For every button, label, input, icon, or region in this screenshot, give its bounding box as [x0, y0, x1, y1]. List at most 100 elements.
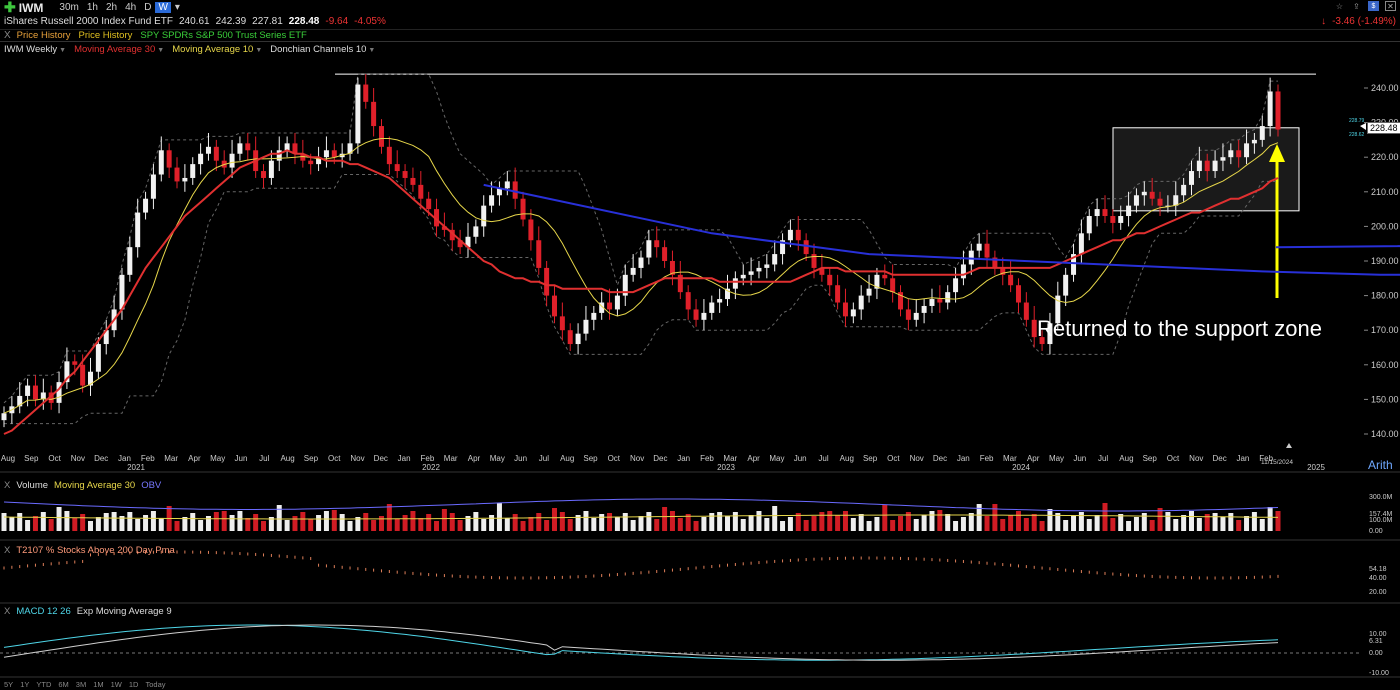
volume-bar	[512, 514, 518, 531]
volume-bar	[811, 516, 817, 531]
candle-body	[1086, 216, 1092, 234]
period-5y[interactable]: 5Y	[4, 680, 13, 689]
candle-body	[984, 243, 990, 258]
candle-body	[575, 333, 581, 345]
signal-label[interactable]: Exp Moving Average 9	[77, 606, 172, 617]
year-label: 2021	[127, 463, 145, 472]
macd-tick-label: 6.31	[1369, 638, 1383, 645]
candle-body	[261, 171, 267, 178]
close-t2107-icon[interactable]: X	[4, 545, 10, 556]
candle-body	[276, 150, 282, 161]
price-tick-label: 240.00	[1371, 83, 1399, 93]
month-label: Mar	[164, 454, 178, 463]
volume-bar	[323, 511, 329, 531]
volume-bar	[363, 513, 369, 531]
volume-bar	[489, 515, 495, 531]
volume-bar	[1236, 520, 1242, 531]
volume-bar	[25, 520, 31, 531]
price-chart[interactable]: 240.00230.00220.00210.00200.00190.00180.…	[0, 0, 1400, 690]
close-macd-icon[interactable]: X	[4, 606, 10, 617]
t2107-pane-label: X T2107 % Stocks Above 200 Day Pma	[4, 545, 181, 556]
month-label: Dec	[653, 454, 667, 463]
volume-bar	[504, 518, 510, 531]
volume-bar	[1165, 512, 1171, 531]
month-label: Nov	[71, 454, 85, 463]
volume-label[interactable]: Volume	[16, 480, 48, 491]
candle-body	[976, 243, 982, 251]
candle-body	[1031, 319, 1037, 338]
volume-bar	[630, 520, 636, 531]
period-1y[interactable]: 1Y	[20, 680, 29, 689]
volume-bar	[17, 513, 23, 531]
candle-body	[1015, 285, 1021, 303]
volume-bar	[536, 513, 542, 531]
volume-bar	[732, 512, 738, 531]
volume-bar	[182, 517, 188, 531]
volume-bar	[9, 517, 15, 531]
volume-bar	[292, 516, 298, 531]
date-flag: 11/15/2024	[1261, 459, 1293, 466]
volume-bar	[40, 512, 46, 531]
month-label: Jun	[235, 454, 248, 463]
volume-bar	[1133, 517, 1139, 531]
volume-bar	[1251, 512, 1257, 531]
year-label: 2023	[717, 463, 735, 472]
volume-bar	[331, 510, 337, 531]
month-label: Jul	[818, 454, 828, 463]
period-1m[interactable]: 1M	[93, 680, 103, 689]
volume-bar	[378, 516, 384, 531]
candle-body	[536, 240, 542, 268]
price-tick-label: 180.00	[1371, 291, 1399, 301]
obv-label[interactable]: OBV	[141, 480, 161, 491]
candle-body	[953, 278, 959, 293]
candle-body	[850, 309, 856, 317]
volume-bar	[95, 517, 101, 531]
volume-ma-label[interactable]: Moving Average 30	[54, 480, 135, 491]
volume-bar	[1188, 511, 1194, 531]
scale-mode-button[interactable]: Arith	[1368, 458, 1393, 472]
month-label: Oct	[1167, 454, 1180, 463]
period-3m[interactable]: 3M	[76, 680, 86, 689]
close-volume-icon[interactable]: X	[4, 480, 10, 491]
candle-body	[803, 240, 809, 255]
macd-label[interactable]: MACD 12 26	[16, 606, 70, 617]
volume-bar	[80, 514, 86, 531]
candle-body	[1196, 160, 1202, 172]
candle-body	[1244, 143, 1250, 158]
volume-bar	[418, 518, 424, 531]
candle-body	[135, 212, 141, 248]
candle-body	[591, 312, 597, 320]
candle-body	[504, 181, 510, 189]
volume-bar	[780, 521, 786, 531]
period-6m[interactable]: 6M	[58, 680, 68, 689]
candle-body	[268, 160, 274, 178]
candle-body	[929, 299, 935, 306]
period-ytd[interactable]: YTD	[36, 680, 51, 689]
volume-bar	[1196, 518, 1202, 531]
month-label: Feb	[421, 454, 435, 463]
candle-body	[701, 312, 707, 320]
candle-body	[80, 364, 86, 386]
volume-bar	[1126, 521, 1132, 531]
volume-bar	[88, 521, 94, 531]
volume-bar	[953, 521, 959, 531]
period-1w[interactable]: 1W	[111, 680, 122, 689]
volume-bar	[882, 505, 888, 531]
month-label: Aug	[840, 454, 854, 463]
period-today[interactable]: Today	[145, 680, 165, 689]
small-price-lower: 228.62	[1349, 132, 1365, 138]
month-label: Feb	[980, 454, 994, 463]
candle-body	[662, 247, 668, 261]
volume-bar	[402, 515, 408, 531]
volume-bar	[1220, 517, 1226, 531]
volume-bar	[1015, 511, 1021, 531]
volume-bar	[1078, 512, 1084, 531]
volume-bar	[481, 519, 487, 531]
volume-bar	[339, 514, 345, 531]
volume-bar	[410, 511, 416, 531]
month-label: Jun	[1073, 454, 1086, 463]
period-1d[interactable]: 1D	[129, 680, 139, 689]
t2107-label[interactable]: T2107 % Stocks Above 200 Day Pma	[16, 545, 174, 556]
macd-line	[3, 624, 1279, 661]
volume-bar	[72, 518, 78, 531]
